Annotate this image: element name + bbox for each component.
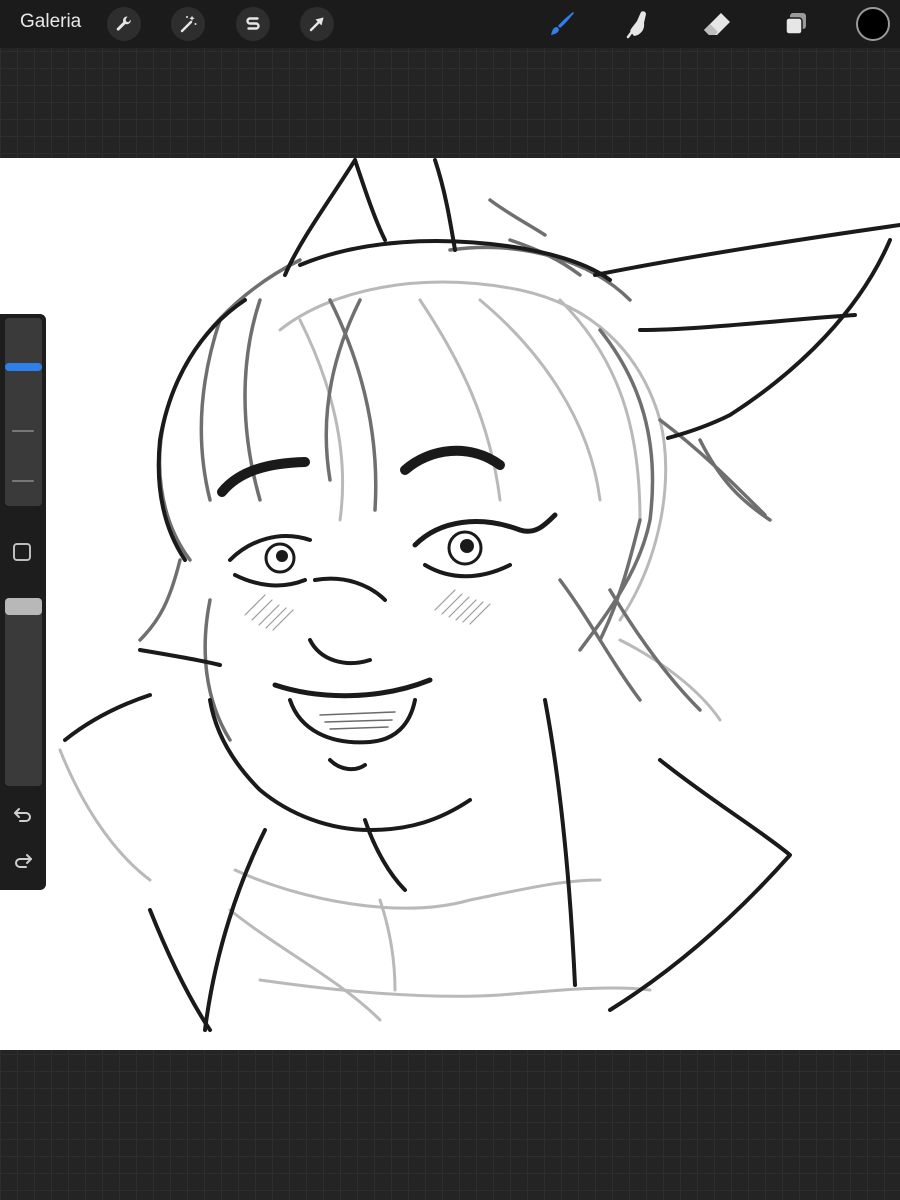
- brush-size-handle[interactable]: [5, 363, 42, 371]
- sketch-drawing: [58, 158, 900, 1032]
- brush-icon: [551, 12, 574, 35]
- side-toolbar: [0, 314, 46, 890]
- eraser-tool-button[interactable]: [699, 6, 735, 42]
- smudge-tool-button[interactable]: [620, 6, 656, 42]
- eraser-icon: [704, 13, 730, 35]
- slider-tick: [12, 430, 34, 432]
- gallery-button[interactable]: Galeria: [20, 11, 81, 33]
- brush-tool-button[interactable]: [544, 6, 580, 42]
- redo-button[interactable]: [10, 848, 36, 874]
- magic-wand-icon: [180, 15, 197, 33]
- drawing-canvas[interactable]: [0, 158, 900, 1050]
- slider-tick: [12, 480, 34, 482]
- selection-button[interactable]: [236, 7, 270, 41]
- transform-button[interactable]: [300, 7, 334, 41]
- wrench-icon: [116, 16, 131, 31]
- opacity-slider[interactable]: [5, 598, 42, 786]
- undo-button[interactable]: [10, 802, 36, 828]
- color-swatch[interactable]: [856, 7, 890, 41]
- modify-button[interactable]: [13, 543, 31, 561]
- selection-s-icon: [246, 17, 260, 30]
- brush-size-slider[interactable]: [5, 318, 42, 506]
- undo-arrow-icon: [14, 808, 31, 822]
- adjustments-button[interactable]: [171, 7, 205, 41]
- actions-button[interactable]: [107, 7, 141, 41]
- layers-icon: [785, 13, 806, 35]
- arrow-cursor-icon: [309, 17, 324, 32]
- smudge-finger-icon: [626, 11, 646, 39]
- layers-button[interactable]: [778, 6, 814, 42]
- opacity-handle[interactable]: [5, 598, 42, 615]
- redo-arrow-icon: [15, 854, 32, 868]
- top-toolbar: Galeria: [0, 0, 900, 48]
